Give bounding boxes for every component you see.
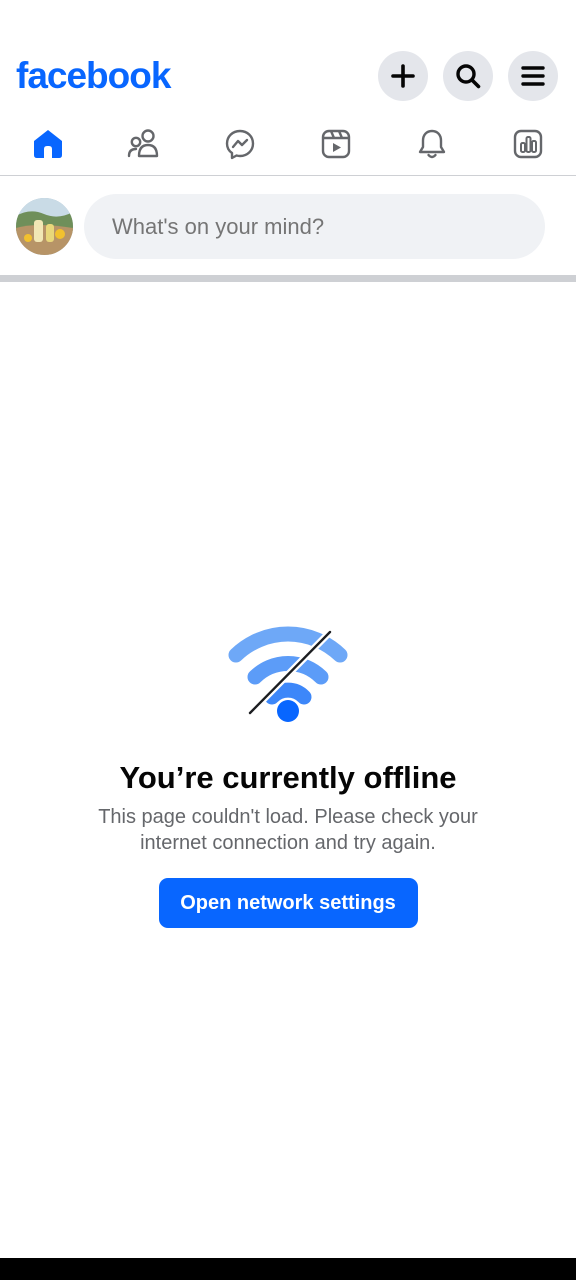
messenger-icon xyxy=(225,129,255,160)
offline-title: You’re currently offline xyxy=(119,760,457,795)
status-bar xyxy=(0,0,576,44)
offline-message: This page couldn't load. Please check yo… xyxy=(98,806,478,854)
dashboard-icon xyxy=(513,129,543,159)
tab-notifications[interactable] xyxy=(400,122,464,166)
home-icon xyxy=(34,130,62,158)
open-network-settings-button[interactable]: Open network settings xyxy=(158,878,418,928)
search-icon xyxy=(456,64,481,89)
facebook-logo[interactable]: facebook xyxy=(16,56,171,96)
menu-button[interactable] xyxy=(508,51,558,101)
bell-icon xyxy=(418,129,446,159)
section-divider xyxy=(0,275,576,282)
plus-icon xyxy=(391,64,415,88)
create-button[interactable] xyxy=(378,51,428,101)
tab-bar xyxy=(0,118,576,176)
offline-notice: You’re currently offline This page could… xyxy=(0,620,576,928)
friends-icon xyxy=(127,129,159,158)
search-button[interactable] xyxy=(443,51,493,101)
post-composer xyxy=(0,177,576,275)
tab-messenger[interactable] xyxy=(208,122,272,166)
system-navigation-bar xyxy=(0,1258,576,1280)
tab-home[interactable] xyxy=(16,122,80,166)
video-icon xyxy=(321,129,351,159)
tab-dashboard[interactable] xyxy=(496,122,560,166)
profile-avatar[interactable] xyxy=(16,198,73,255)
hamburger-menu-icon xyxy=(521,66,545,86)
status-input[interactable] xyxy=(84,194,545,259)
tab-friends[interactable] xyxy=(112,122,176,166)
wifi-off-icon xyxy=(228,626,348,722)
app-header: facebook xyxy=(0,44,576,108)
tab-video[interactable] xyxy=(304,122,368,166)
